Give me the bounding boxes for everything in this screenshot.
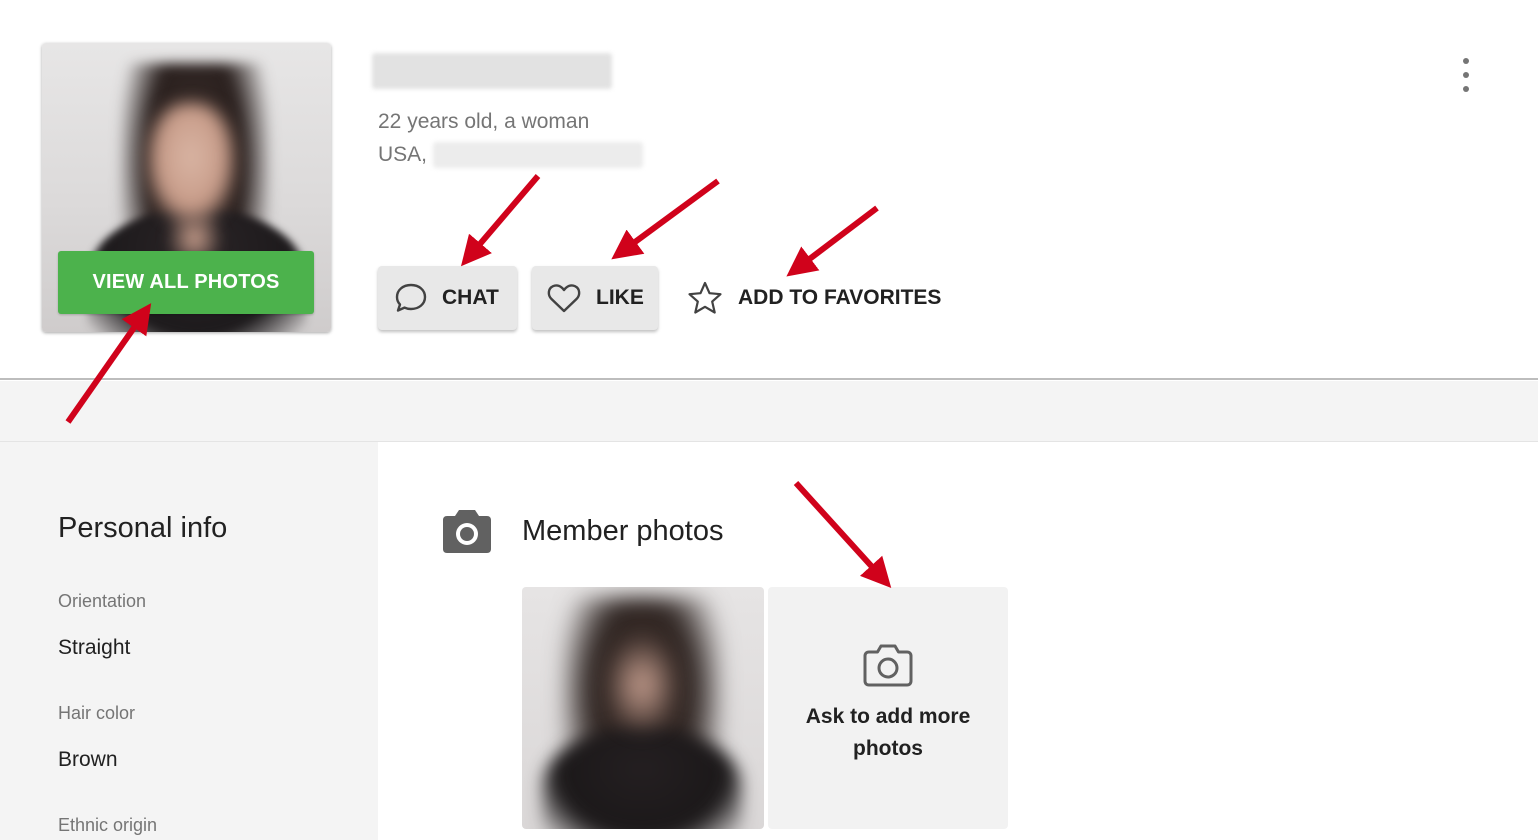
camera-outline-icon xyxy=(863,644,913,687)
hair-color-label: Hair color xyxy=(58,703,136,723)
member-photo-thumbnail[interactable] xyxy=(522,587,764,829)
member-name-redacted xyxy=(372,53,612,89)
star-icon xyxy=(688,281,722,314)
photo-face-blurred xyxy=(147,103,235,223)
personal-info-title: Personal info xyxy=(58,512,228,544)
heart-icon xyxy=(547,284,581,313)
like-button[interactable]: LIKE xyxy=(532,266,658,330)
location-country: USA, xyxy=(378,143,428,166)
camera-icon xyxy=(443,510,491,553)
orientation-value: Straight xyxy=(58,636,131,659)
chat-button[interactable]: CHAT xyxy=(378,266,517,330)
ask-more-photos-tile[interactable]: Ask to add more photos xyxy=(768,587,1008,829)
section-divider-band xyxy=(0,381,1538,442)
ethnic-origin-label: Ethnic origin xyxy=(58,815,158,835)
more-vert-icon[interactable] xyxy=(1455,58,1477,92)
like-label: LIKE xyxy=(596,286,644,309)
member-photos-title: Member photos xyxy=(522,515,724,547)
chat-label: CHAT xyxy=(442,286,499,309)
personal-info-panel: Personal info Orientation Straight Hair … xyxy=(0,442,378,840)
add-to-favorites-label: ADD TO FAVORITES xyxy=(738,286,942,309)
orientation-label: Orientation xyxy=(58,591,147,611)
chat-bubble-icon xyxy=(395,283,427,312)
hair-color-value: Brown xyxy=(58,748,118,771)
age-gender: 22 years old, a woman xyxy=(378,110,590,133)
view-all-photos-button[interactable]: VIEW ALL PHOTOS xyxy=(58,251,314,314)
location: USA, xyxy=(378,142,644,168)
ask-more-photos-label: Ask to add more photos xyxy=(805,705,971,760)
member-photos-section: Member photos Ask to add more photos xyxy=(378,442,1538,840)
add-to-favorites-button[interactable]: ADD TO FAVORITES xyxy=(686,266,941,330)
location-city-redacted xyxy=(433,142,644,168)
profile-header: VIEW ALL PHOTOS 22 years old, a woman US… xyxy=(0,0,1538,380)
